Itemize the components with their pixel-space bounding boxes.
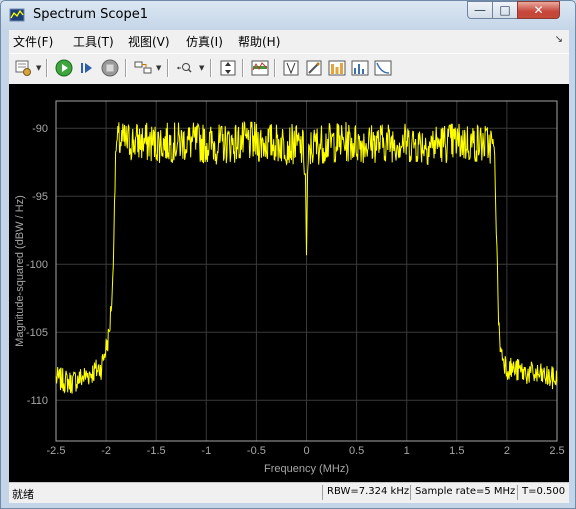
status-bar: 就绪 RBW=7.324 kHz Sample rate=5 MHz T=0.5… [9, 482, 569, 503]
menu-tools[interactable]: 工具(T) [73, 33, 114, 50]
toolbar-separator [274, 59, 276, 77]
measurement-icon[interactable] [304, 58, 324, 78]
maximize-button[interactable]: □ [492, 1, 518, 19]
status-text: 就绪 [12, 488, 34, 501]
y-tick-label: -105 [26, 327, 48, 339]
print-settings-icon[interactable] [13, 58, 33, 78]
client-area: 文件(F) 工具(T) 视图(V) 仿真(I) 帮助(H) ↘ ▼ ▼ ▼ -2… [9, 30, 569, 503]
y-tick-label: -95 [32, 191, 48, 203]
sample-rate-field: Sample rate=5 MHz [410, 485, 515, 500]
toolbar-separator [125, 59, 127, 77]
toolbar-separator [210, 59, 212, 77]
scope-app-icon [9, 8, 25, 22]
y-tick-label: -90 [32, 123, 48, 135]
dock-arrow-icon[interactable]: ↘ [555, 34, 563, 45]
minimize-button[interactable]: — [467, 1, 493, 19]
print-dropdown-icon[interactable]: ▼ [36, 64, 41, 72]
y-tick-label: -110 [27, 395, 48, 407]
spectrum-chart[interactable]: -2.5 -2 -1.5 -1 -0.5 0 0.5 1 1.5 2 2.5 -90 -95 -100 -… [9, 84, 569, 482]
time-field: T=0.500 [517, 485, 569, 500]
x-tick-label: -2 [101, 445, 111, 457]
distortion-icon[interactable] [350, 58, 370, 78]
menu-file[interactable]: 文件(F) [13, 33, 53, 50]
autoscale-icon[interactable] [218, 58, 238, 78]
close-button[interactable]: ✕ [517, 1, 560, 19]
x-tick-label: 2 [504, 445, 510, 457]
signal-dropdown-icon[interactable]: ▼ [156, 64, 161, 72]
toolbar: ▼ ▼ ▼ [9, 53, 569, 85]
run-icon[interactable] [54, 58, 74, 78]
x-tick-label: 1.5 [449, 445, 464, 457]
menu-view[interactable]: 视图(V) [128, 33, 170, 50]
ccdf-icon[interactable] [373, 58, 393, 78]
y-axis-label: Magnitude-squared (dBW / Hz) [14, 195, 26, 347]
x-tick-label: -1 [201, 445, 211, 457]
toolbar-separator [167, 59, 169, 77]
rbw-field: RBW=7.324 kHz [322, 485, 412, 500]
menu-help[interactable]: 帮助(H) [238, 33, 280, 50]
peak-finder-icon[interactable] [327, 58, 347, 78]
x-axis-label: Frequency (MHz) [264, 463, 349, 475]
zoom-icon[interactable] [175, 58, 195, 78]
title-bar[interactable]: Spectrum Scope1 — □ ✕ [1, 1, 575, 29]
step-forward-icon[interactable] [77, 58, 97, 78]
window-title: Spectrum Scope1 [33, 7, 149, 22]
toolbar-separator [242, 59, 244, 77]
x-tick-label: 2.5 [549, 445, 564, 457]
x-tick-label: -1.5 [147, 445, 166, 457]
data-cursors-icon[interactable] [281, 58, 301, 78]
x-tick-label: -2.5 [47, 445, 66, 457]
x-tick-label: 0 [303, 445, 309, 457]
y-tick-label: -100 [26, 259, 48, 271]
menu-simulation[interactable]: 仿真(I) [186, 33, 223, 50]
plot-area: -2.5 -2 -1.5 -1 -0.5 0 0.5 1 1.5 2 2.5 -90 -95 -100 -… [9, 84, 569, 482]
signal-select-icon[interactable] [133, 58, 153, 78]
x-tick-label: 0.5 [349, 445, 364, 457]
spectrum-scope-window: Spectrum Scope1 — □ ✕ 文件(F) 工具(T) 视图(V) … [0, 0, 576, 509]
menu-bar: 文件(F) 工具(T) 视图(V) 仿真(I) 帮助(H) ↘ [9, 30, 569, 52]
toolbar-separator [46, 59, 48, 77]
x-tick-label: 1 [404, 445, 410, 457]
stop-icon[interactable] [100, 58, 120, 78]
zoom-dropdown-icon[interactable]: ▼ [199, 64, 204, 72]
spectrum-settings-icon[interactable] [250, 58, 270, 78]
x-tick-label: -0.5 [247, 445, 266, 457]
